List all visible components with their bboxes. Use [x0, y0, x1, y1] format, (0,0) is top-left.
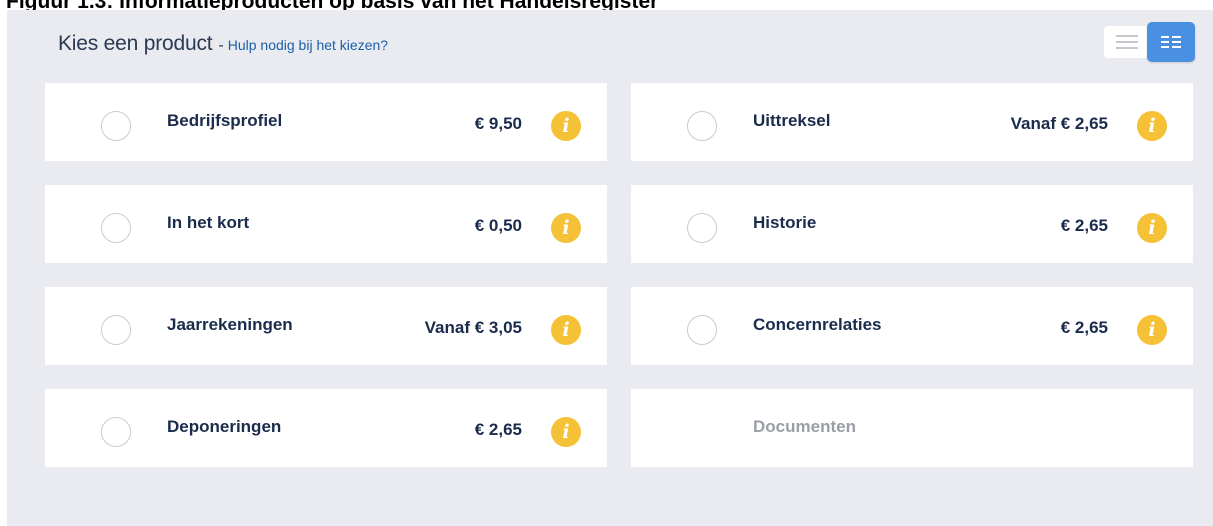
- list-view-button[interactable]: [1104, 26, 1150, 58]
- info-icon[interactable]: i: [551, 417, 581, 447]
- product-card-historie[interactable]: Historie € 2,65 i: [631, 185, 1193, 263]
- product-card-bedrijfsprofiel[interactable]: Bedrijfsprofiel € 9,50 i: [45, 83, 607, 161]
- product-name: Historie: [753, 213, 817, 232]
- product-radio[interactable]: [687, 315, 717, 345]
- info-icon[interactable]: i: [551, 315, 581, 345]
- product-radio[interactable]: [687, 213, 717, 243]
- header-separator: -: [218, 37, 224, 54]
- list-view-icon: [1116, 35, 1138, 49]
- product-price: € 2,65: [474, 420, 522, 439]
- product-name: In het kort: [167, 213, 250, 232]
- product-radio[interactable]: [101, 417, 131, 447]
- grid-view-button[interactable]: [1147, 22, 1195, 62]
- product-price: € 2,65: [1060, 216, 1108, 235]
- product-price: Vanaf € 2,65: [1010, 114, 1108, 133]
- product-price: € 9,50: [474, 114, 522, 133]
- product-card-deponeringen[interactable]: Deponeringen € 2,65 i: [45, 389, 607, 467]
- product-card-in-het-kort[interactable]: In het kort € 0,50 i: [45, 185, 607, 263]
- view-toggle: [1104, 22, 1195, 62]
- product-name: Bedrijfsprofiel: [167, 111, 283, 130]
- info-icon[interactable]: i: [551, 111, 581, 141]
- product-header: Kies een product - Hulp nodig bij het ki…: [58, 32, 388, 56]
- product-card-concernrelaties[interactable]: Concernrelaties € 2,65 i: [631, 287, 1193, 365]
- info-icon[interactable]: i: [1137, 315, 1167, 345]
- product-radio[interactable]: [687, 111, 717, 141]
- product-name: Concernrelaties: [753, 315, 882, 334]
- product-price: Vanaf € 3,05: [424, 318, 522, 337]
- product-name: Deponeringen: [167, 417, 282, 436]
- product-price: € 2,65: [1060, 318, 1108, 337]
- product-name: Jaarrekeningen: [167, 315, 293, 334]
- help-choosing-link[interactable]: Hulp nodig bij het kiezen?: [228, 37, 388, 53]
- page-title: Kies een product: [58, 32, 213, 55]
- product-card-jaarrekeningen[interactable]: Jaarrekeningen Vanaf € 3,05 i: [45, 287, 607, 365]
- product-radio[interactable]: [101, 111, 131, 141]
- info-icon[interactable]: i: [551, 213, 581, 243]
- info-icon[interactable]: i: [1137, 111, 1167, 141]
- product-name: Documenten: [753, 417, 856, 436]
- product-price: € 0,50: [474, 216, 522, 235]
- product-card-uittreksel[interactable]: Uittreksel Vanaf € 2,65 i: [631, 83, 1193, 161]
- product-card-documenten[interactable]: Documenten: [631, 389, 1193, 467]
- product-name: Uittreksel: [753, 111, 831, 130]
- product-radio[interactable]: [101, 213, 131, 243]
- product-radio[interactable]: [101, 315, 131, 345]
- info-icon[interactable]: i: [1137, 213, 1167, 243]
- grid-view-icon: [1161, 36, 1181, 48]
